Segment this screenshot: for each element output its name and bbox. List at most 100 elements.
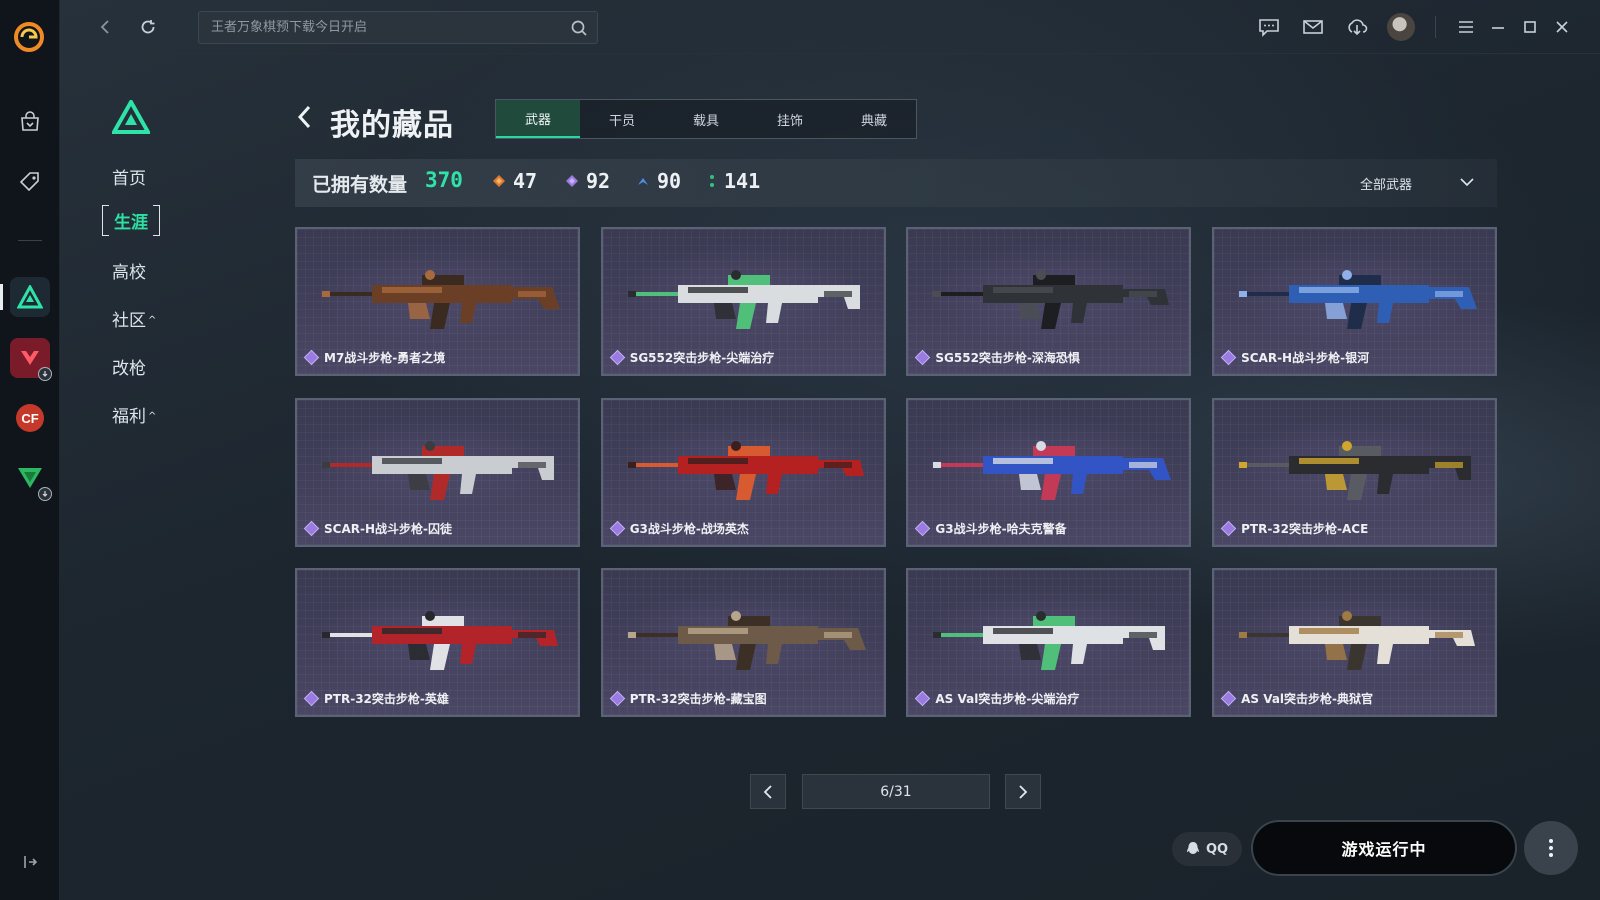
chat-message-icon[interactable] — [1255, 13, 1283, 41]
user-avatar[interactable] — [1387, 13, 1415, 41]
rarity-gem-icon — [915, 520, 931, 536]
maximize-icon[interactable] — [1516, 13, 1544, 41]
rarity-gem-icon — [303, 690, 320, 707]
back-arrow-icon[interactable] — [92, 14, 118, 40]
weapon-name: AS Val突击步枪-尖端治疗 — [935, 692, 1080, 706]
weapon-grid: M7战斗步枪-勇者之境 SG552突击步枪-尖端治疗 SG552突击步枪-深海恐惧 S… — [295, 227, 1498, 717]
game-valorant-tile[interactable] — [10, 338, 52, 381]
weapon-card[interactable]: SG552突击步枪-尖端治疗 — [600, 227, 886, 376]
weapon-card[interactable]: G3战斗步枪-哈夫克警备 — [906, 397, 1192, 547]
weapon-image — [322, 611, 558, 670]
weapon-image — [627, 611, 866, 670]
qq-penguin-icon — [1186, 842, 1199, 854]
rarity-gem-icon — [303, 349, 320, 366]
top-bar — [60, 0, 1600, 54]
app-rail: CF — [0, 0, 60, 900]
weapon-card-label: G3战斗步枪-战场英杰 — [609, 520, 749, 537]
tag-coupon-icon[interactable] — [14, 166, 46, 198]
weapon-card[interactable]: AS Val突击步枪-尖端治疗 — [906, 568, 1192, 717]
nav-item-community[interactable]: 社区 ^ — [112, 306, 156, 331]
weapon-card-label: G3战斗步枪-哈夫克警备 — [915, 520, 1067, 537]
minimize-icon[interactable] — [1484, 13, 1512, 41]
launcher-logo-icon[interactable] — [12, 20, 46, 54]
weapon-name: SCAR-H战斗步枪-银河 — [1241, 351, 1370, 365]
rarity-gem-icon — [609, 349, 625, 366]
weapon-card[interactable]: SG552突击步枪-深海恐惧 — [906, 227, 1192, 376]
download-badge-icon — [38, 367, 52, 381]
tab-weapons[interactable]: 武器 — [496, 100, 580, 138]
tier-green-count: 141 — [724, 169, 761, 193]
nav-item-gunsmith[interactable]: 改枪 — [112, 354, 146, 379]
rarity-gem-icon — [609, 520, 625, 536]
weapon-card-label: SG552突击步枪-深海恐惧 — [915, 349, 1080, 366]
weapon-card-label: SG552突击步枪-尖端治疗 — [609, 349, 774, 366]
page-indicator: 6/31 — [802, 774, 990, 809]
crossfire-cf-icon: CF — [16, 404, 44, 432]
weapon-image — [627, 440, 864, 500]
owned-count-label: 已拥有数量 — [312, 174, 408, 196]
page-title: 我的藏品 — [330, 108, 454, 143]
page-back-icon[interactable] — [294, 103, 316, 131]
more-vertical-icon — [1549, 839, 1553, 857]
weapon-card[interactable]: PTR-32突击步枪-藏宝图 — [600, 568, 886, 717]
tab-operators[interactable]: 干员 — [580, 100, 664, 138]
chevron-down-icon[interactable] — [1458, 173, 1476, 191]
rarity-gem-icon — [609, 690, 625, 707]
refresh-icon[interactable] — [135, 14, 161, 40]
weapon-filter-dropdown[interactable]: 全部武器 — [1360, 174, 1412, 193]
weapon-name: SG552突击步枪-深海恐惧 — [935, 351, 1080, 365]
purple-diamond-icon — [566, 175, 578, 187]
weapon-card-label: SCAR-H战斗步枪-囚徒 — [303, 520, 452, 537]
more-options-button[interactable] — [1524, 821, 1578, 875]
qq-status-button[interactable]: QQ — [1172, 832, 1242, 866]
search-box — [198, 11, 598, 44]
topbar-divider — [1435, 16, 1436, 38]
download-manager-icon[interactable] — [1343, 13, 1371, 41]
weapon-card[interactable]: PTR-32突击步枪-英雄 — [295, 568, 580, 717]
nav-item-rewards[interactable]: 福利 ^ — [112, 402, 156, 427]
tier-green: 141 — [707, 169, 760, 193]
weapon-card[interactable]: PTR-32突击步枪-ACE — [1212, 397, 1498, 547]
rarity-gem-icon — [303, 520, 320, 536]
weapon-card[interactable]: SCAR-H战斗步枪-囚徒 — [295, 397, 580, 547]
nav-item-college[interactable]: 高校 — [112, 258, 146, 283]
rarity-gem-icon — [1220, 690, 1237, 707]
tab-collection[interactable]: 典藏 — [832, 100, 916, 138]
svg-text:CF: CF — [21, 411, 38, 426]
tab-vehicles[interactable]: 载具 — [664, 100, 748, 138]
menu-hamburger-icon[interactable] — [1452, 13, 1480, 41]
weapon-image — [1239, 611, 1476, 670]
download-badge-icon — [38, 487, 52, 501]
search-icon[interactable] — [569, 18, 589, 38]
rail-active-indicator — [0, 284, 3, 310]
prev-page-button[interactable] — [750, 774, 786, 809]
weapon-name: PTR-32突击步枪-ACE — [1241, 521, 1369, 536]
tier-blue-count: 90 — [657, 169, 682, 193]
nav-item-home[interactable]: 首页 — [112, 164, 146, 189]
mail-icon[interactable] — [1299, 13, 1327, 41]
weapon-card[interactable]: AS Val突击步枪-典狱官 — [1212, 568, 1498, 717]
game-running-button[interactable]: 游戏运行中 — [1251, 820, 1517, 876]
rarity-gem-icon — [1220, 520, 1237, 536]
weapon-name: G3战斗步枪-战场英杰 — [629, 521, 749, 536]
weapon-card-label: PTR-32突击步枪-藏宝图 — [609, 690, 767, 707]
game-delta-force-tile[interactable] — [10, 277, 50, 317]
delta-triangle-icon — [17, 285, 43, 309]
tab-charms[interactable]: 挂饰 — [748, 100, 832, 138]
store-bag-icon[interactable] — [14, 106, 46, 138]
search-input[interactable] — [211, 12, 551, 43]
weapon-card[interactable]: M7战斗步枪-勇者之境 — [295, 227, 580, 376]
chevron-right-icon — [1019, 784, 1028, 799]
next-page-button[interactable] — [1005, 774, 1041, 809]
weapon-card[interactable]: G3战斗步枪-战场英杰 — [600, 397, 886, 547]
close-icon[interactable] — [1548, 13, 1576, 41]
nav-item-career[interactable]: 生涯 — [102, 205, 160, 236]
expand-rail-icon[interactable] — [20, 852, 40, 872]
game-crossfire-tile[interactable]: CF — [10, 398, 50, 438]
weapon-image — [933, 270, 1170, 329]
weapon-card-label: PTR-32突击步枪-英雄 — [303, 690, 449, 707]
tier-purple: 92 — [565, 169, 610, 193]
delta-force-logo-icon — [112, 100, 150, 134]
weapon-card[interactable]: SCAR-H战斗步枪-银河 — [1212, 227, 1498, 376]
game-green-tile[interactable] — [10, 458, 52, 501]
